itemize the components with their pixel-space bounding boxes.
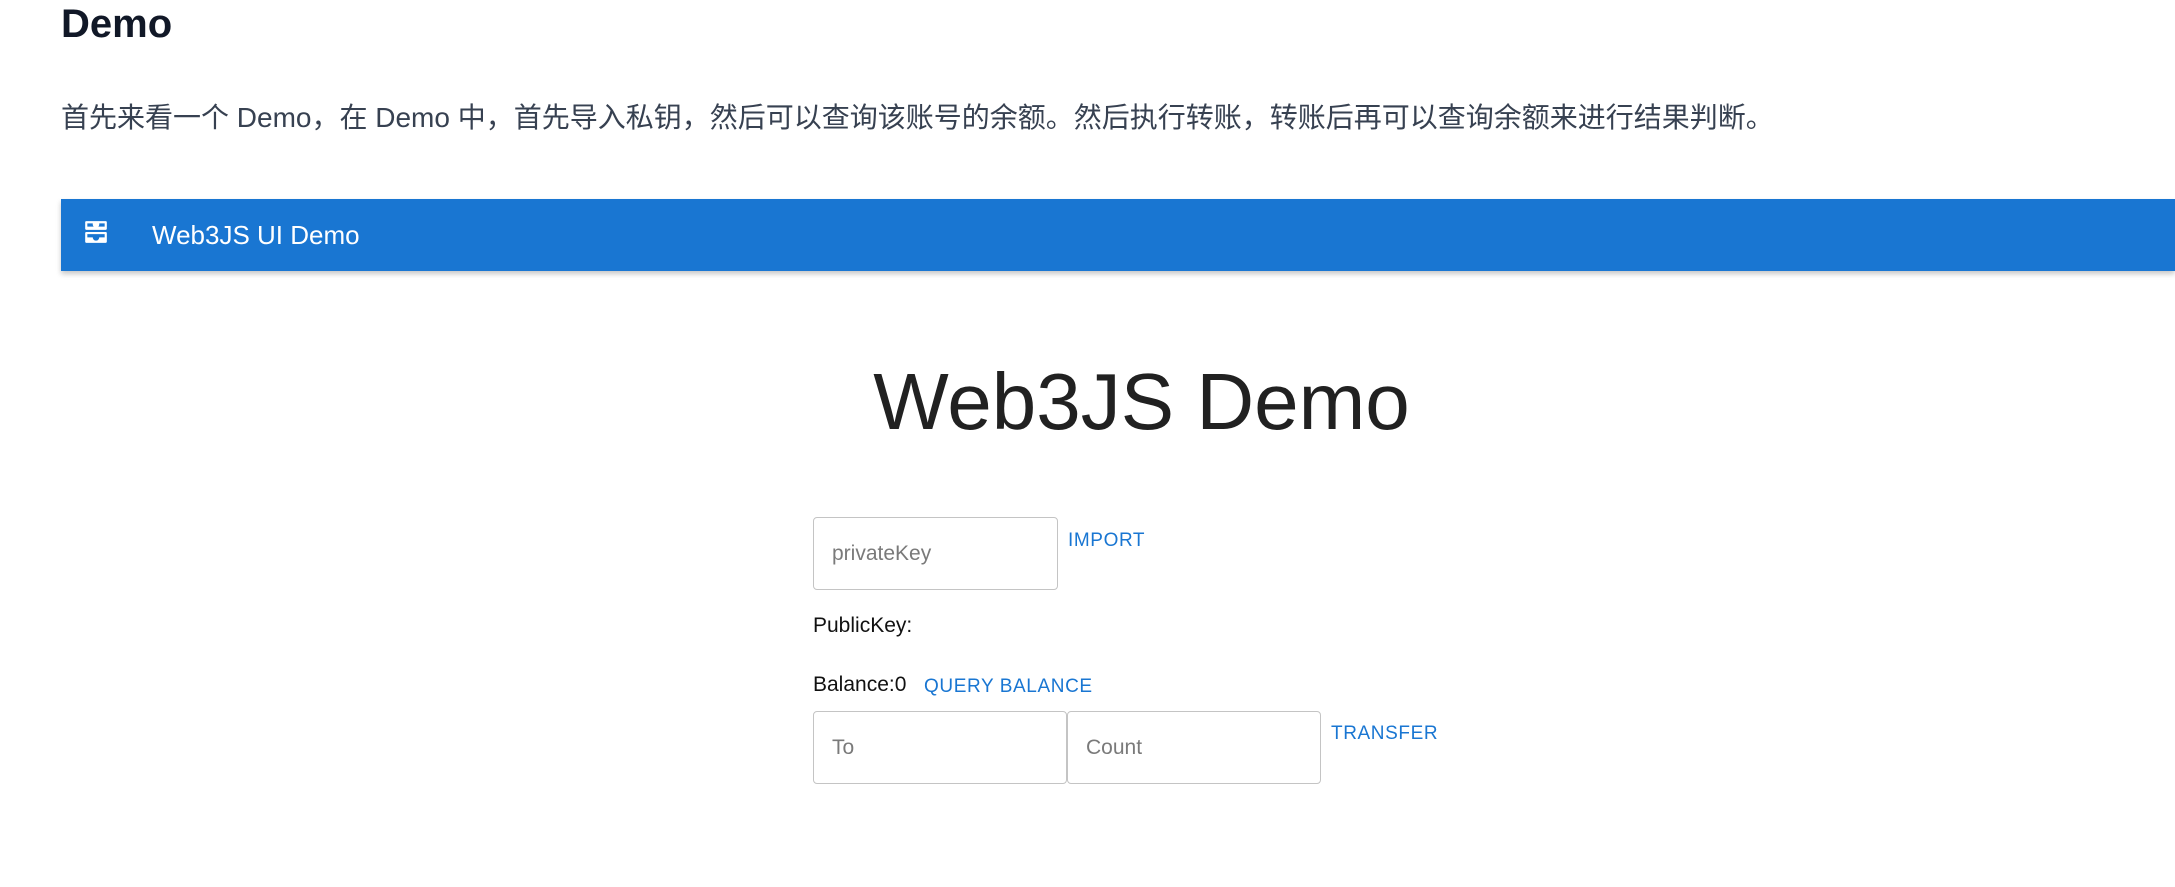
page: Demo 首先来看一个 Demo，在 Demo 中，首先导入私钥，然后可以查询该… (0, 0, 2175, 887)
app-bar-title: Web3JS UI Demo (152, 220, 360, 250)
import-button[interactable]: IMPORT (1068, 530, 1145, 552)
to-address-input[interactable] (813, 711, 1067, 784)
query-balance-button[interactable]: QUERY BALANCE (924, 676, 1093, 698)
transfer-button[interactable]: TRANSFER (1331, 723, 1438, 745)
app-bar: Web3JS UI Demo (61, 199, 2175, 271)
page-heading: Web3JS Demo (873, 357, 1410, 446)
doc-title: Demo (61, 2, 173, 46)
doc-intro-paragraph: 首先来看一个 Demo，在 Demo 中，首先导入私钥，然后可以查询该账号的余额… (61, 102, 1774, 133)
balance-label: Balance:0 (813, 673, 907, 696)
private-key-input[interactable] (813, 517, 1058, 590)
inbox-tray-icon[interactable] (83, 219, 109, 245)
public-key-label: PublicKey: (813, 614, 913, 637)
count-input[interactable] (1067, 711, 1321, 784)
